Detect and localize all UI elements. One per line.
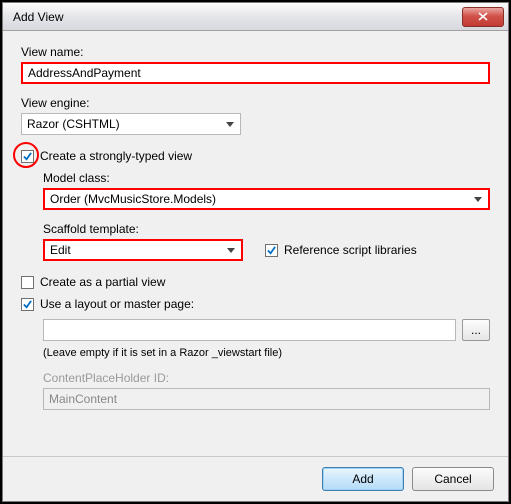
- scaffold-dropdown[interactable]: Edit: [43, 239, 243, 261]
- layout-path-input[interactable]: [43, 319, 456, 341]
- scaffold-value: Edit: [50, 243, 71, 257]
- close-button[interactable]: [462, 7, 504, 27]
- add-view-dialog: Add View View name: View engine: Razor (…: [2, 2, 509, 502]
- use-layout-label: Use a layout or master page:: [40, 297, 194, 311]
- view-name-input[interactable]: [21, 62, 490, 84]
- close-icon: [478, 12, 488, 21]
- dialog-content: View name: View engine: Razor (CSHTML) C…: [3, 31, 508, 456]
- partial-view-label: Create as a partial view: [40, 275, 165, 289]
- partial-view-checkbox[interactable]: [21, 276, 34, 289]
- dialog-footer: Add Cancel: [3, 456, 508, 501]
- layout-hint: (Leave empty if it is set in a Razor _vi…: [43, 347, 490, 359]
- model-class-label: Model class:: [43, 171, 490, 185]
- cph-input: [43, 388, 490, 410]
- view-engine-value: Razor (CSHTML): [27, 117, 120, 131]
- cph-label: ContentPlaceHolder ID:: [43, 371, 490, 385]
- model-class-dropdown[interactable]: Order (MvcMusicStore.Models): [43, 188, 490, 210]
- strongly-typed-checkbox[interactable]: [21, 150, 34, 163]
- use-layout-checkbox[interactable]: [21, 298, 34, 311]
- view-engine-label: View engine:: [21, 96, 490, 110]
- browse-layout-button[interactable]: ...: [462, 319, 490, 341]
- add-button[interactable]: Add: [322, 467, 404, 491]
- reference-scripts-checkbox[interactable]: [265, 244, 278, 257]
- strongly-typed-label: Create a strongly-typed view: [40, 149, 192, 163]
- scaffold-label: Scaffold template:: [43, 222, 490, 236]
- view-engine-dropdown[interactable]: Razor (CSHTML): [21, 113, 241, 135]
- reference-scripts-label: Reference script libraries: [284, 243, 417, 257]
- titlebar: Add View: [3, 3, 508, 31]
- cancel-button[interactable]: Cancel: [412, 467, 494, 491]
- window-title: Add View: [13, 10, 462, 24]
- model-class-value: Order (MvcMusicStore.Models): [50, 192, 216, 206]
- view-name-label: View name:: [21, 45, 490, 59]
